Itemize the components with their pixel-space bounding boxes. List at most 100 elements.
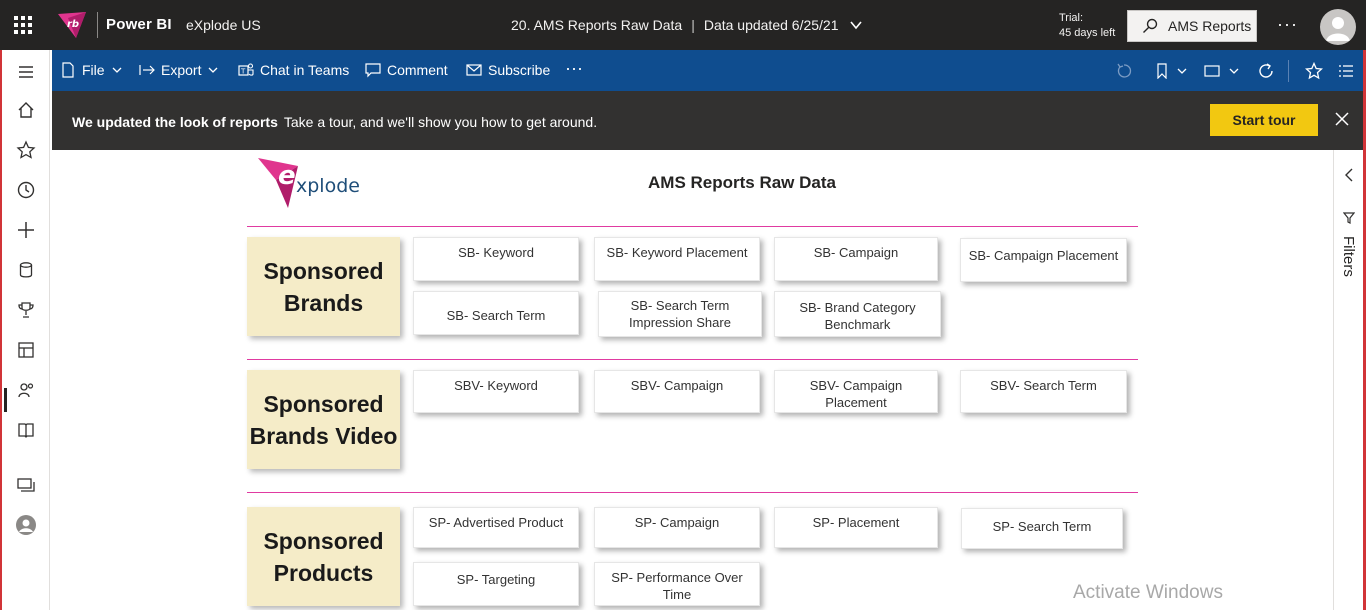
section-line2: Brands Video: [249, 422, 398, 449]
reset-icon[interactable]: [1116, 63, 1132, 79]
filters-pane-toggle[interactable]: Filters: [1340, 236, 1357, 277]
section-sponsored-brands-video: Sponsored Brands Video: [247, 370, 400, 469]
teams-icon: T: [238, 63, 254, 76]
subscribe-label: Subscribe: [488, 62, 551, 78]
comment-icon: [365, 63, 381, 78]
report-tile-sp-campaign[interactable]: SP- Campaign: [594, 507, 760, 548]
avatar[interactable]: [1320, 9, 1356, 45]
home-icon[interactable]: [16, 100, 36, 120]
filters-pane-collapsed: Filters: [1333, 150, 1363, 610]
section-divider: [247, 492, 1138, 493]
search-label: AMS Reports: [1168, 18, 1252, 34]
chevron-down-icon[interactable]: [849, 18, 863, 32]
close-icon[interactable]: [1334, 111, 1350, 127]
report-tile-sb-search-term[interactable]: SB- Search Term: [413, 291, 579, 335]
chat-in-teams-label: Chat in Teams: [260, 62, 350, 78]
file-icon: [62, 62, 74, 78]
comment-label: Comment: [387, 62, 448, 78]
section-line1: Sponsored: [263, 390, 384, 417]
chevron-down-icon[interactable]: [1228, 65, 1240, 77]
explode-logo: e xplode: [258, 158, 360, 208]
export-menu[interactable]: Export: [139, 62, 219, 78]
section-sponsored-brands: Sponsored Brands: [247, 237, 400, 336]
data-updated: Data updated 6/25/21: [703, 17, 839, 33]
report-tile-sp-performance-over-time[interactable]: SP- Performance Over Time: [594, 562, 760, 606]
chat-in-teams-button[interactable]: T Chat in Teams: [238, 62, 349, 78]
app-launcher-icon[interactable]: [14, 16, 32, 34]
workspaces-icon[interactable]: [16, 475, 36, 495]
activate-windows-watermark: Activate Windows: [1073, 582, 1223, 603]
report-tile-sbv-campaign[interactable]: SBV- Campaign: [594, 370, 760, 413]
section-line2: Brands: [283, 289, 364, 316]
learn-book-icon[interactable]: [16, 420, 36, 440]
file-label: File: [82, 62, 105, 78]
datasets-icon[interactable]: [16, 260, 36, 280]
section-divider: [247, 359, 1138, 360]
report-tile-sbv-keyword[interactable]: SBV- Keyword: [413, 370, 579, 413]
user-icon: [1326, 17, 1350, 41]
report-title[interactable]: 20. AMS Reports Raw Data | Data updated …: [511, 17, 863, 33]
apps-icon[interactable]: [16, 340, 36, 360]
toolbar-divider: [1288, 60, 1289, 82]
report-tile-sb-keyword[interactable]: SB- Keyword: [413, 237, 579, 281]
notification-banner: We updated the look of reports Take a tou…: [52, 91, 1363, 150]
export-label: Export: [161, 62, 202, 78]
recent-clock-icon[interactable]: [16, 180, 36, 200]
report-tile-sp-advertised-product[interactable]: SP- Advertised Product: [413, 507, 579, 548]
more-actions-icon[interactable]: ···: [565, 58, 583, 79]
section-divider: [247, 226, 1138, 227]
start-tour-button[interactable]: Start tour: [1210, 104, 1318, 136]
favorite-star-icon[interactable]: [1305, 62, 1323, 80]
subscribe-button[interactable]: Subscribe: [466, 62, 550, 78]
banner-headline: We updated the look of reports: [72, 114, 278, 130]
title-separator: |: [691, 17, 695, 33]
search-icon: [1143, 18, 1158, 33]
banner-message: We updated the look of reports Take a tou…: [72, 114, 597, 130]
chevron-down-icon[interactable]: [1176, 65, 1188, 77]
report-tile-sbv-search-term[interactable]: SBV- Search Term: [960, 370, 1127, 413]
app-name[interactable]: Power BI: [106, 16, 172, 33]
more-options-icon[interactable]: ···: [1277, 14, 1298, 35]
report-tile-sp-targeting[interactable]: SP- Targeting: [413, 562, 579, 606]
report-tile-sb-search-term-impression-share[interactable]: SB- Search Term Impression Share: [598, 291, 762, 337]
view-icon[interactable]: [1204, 63, 1220, 79]
top-header: rb Power BI eXplode US 20. AMS Reports R…: [0, 0, 1366, 50]
search-input[interactable]: AMS Reports: [1127, 10, 1257, 42]
filter-icon: [1343, 212, 1355, 224]
chevron-left-icon[interactable]: [1343, 168, 1355, 182]
hamburger-menu-icon[interactable]: [16, 62, 36, 82]
section-line1: Sponsored: [263, 257, 384, 284]
report-page-title: AMS Reports Raw Data: [648, 173, 836, 192]
active-nav-indicator: [4, 388, 7, 412]
refresh-icon[interactable]: [1257, 62, 1275, 80]
goals-trophy-icon[interactable]: [16, 300, 36, 320]
rb-logo-text: rb: [67, 19, 79, 30]
section-line2: Products: [273, 559, 374, 586]
svg-text:e: e: [278, 161, 296, 191]
list-view-icon[interactable]: [1338, 63, 1354, 79]
bookmark-icon[interactable]: [1154, 63, 1170, 79]
favorites-star-icon[interactable]: [16, 140, 36, 160]
banner-body: Take a tour, and we'll show you how to g…: [283, 114, 598, 130]
create-plus-icon[interactable]: [16, 220, 36, 240]
report-tile-sp-search-term[interactable]: SP- Search Term: [961, 508, 1123, 549]
report-tile-sp-placement[interactable]: SP- Placement: [774, 507, 938, 548]
report-tile-sbv-campaign-placement[interactable]: SBV- Campaign Placement: [774, 370, 938, 413]
report-tile-sb-brand-category-benchmark[interactable]: SB- Brand Category Benchmark: [774, 291, 941, 337]
left-navigation: [2, 50, 50, 610]
shared-with-me-icon[interactable]: [16, 380, 36, 400]
comment-button[interactable]: Comment: [365, 62, 448, 78]
report-canvas: e xplode AMS Reports Raw Data Sponsored B…: [52, 150, 1333, 610]
rb-logo-icon: rb: [58, 12, 86, 38]
explode-logo-text: xplode: [296, 175, 360, 197]
section-line1: Sponsored: [263, 527, 384, 554]
brand-divider: [97, 12, 98, 38]
file-menu[interactable]: File: [60, 62, 123, 78]
report-tile-sb-keyword-placement[interactable]: SB- Keyword Placement: [594, 237, 760, 281]
report-tile-sb-campaign[interactable]: SB- Campaign: [774, 237, 938, 281]
mail-icon: [466, 64, 482, 76]
workspace-name[interactable]: eXplode US: [186, 17, 261, 33]
my-workspace-avatar-icon[interactable]: [15, 514, 37, 536]
report-tile-sb-campaign-placement[interactable]: SB- Campaign Placement: [960, 238, 1127, 282]
report-name: 20. AMS Reports Raw Data: [511, 17, 683, 33]
